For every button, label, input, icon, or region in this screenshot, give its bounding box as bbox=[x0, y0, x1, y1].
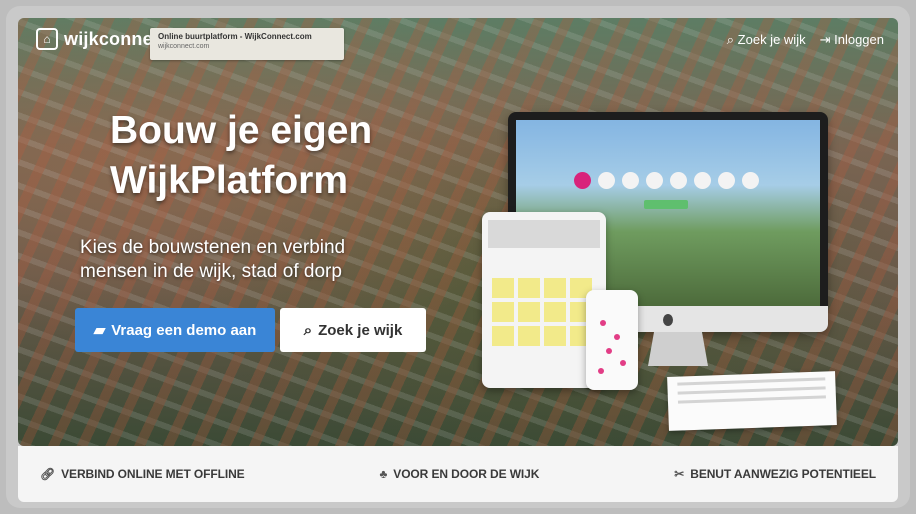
paper-line bbox=[677, 386, 826, 395]
logo[interactable]: ⌂ wijkconne bbox=[36, 28, 153, 50]
hero-subheadline: Kies de bouwstenen en verbind mensen in … bbox=[80, 236, 440, 284]
tools-icon: ✂ bbox=[674, 467, 685, 481]
feature-online-offline: 🔗︎ VERBIND ONLINE MET OFFLINE bbox=[40, 467, 245, 481]
card bbox=[518, 326, 540, 346]
category-icon bbox=[694, 172, 711, 189]
search-icon: ⌕ bbox=[726, 32, 738, 47]
monitor-stand bbox=[648, 332, 708, 366]
card bbox=[544, 302, 566, 322]
category-icon bbox=[598, 172, 615, 189]
find-neighborhood-label: Zoek je wijk bbox=[318, 321, 403, 339]
map-pin-icon bbox=[598, 368, 604, 374]
map-pin-icon bbox=[614, 334, 620, 340]
request-demo-label: Vraag een demo aan bbox=[111, 321, 257, 339]
browser-frame: ⌂ wijkconne Online buurtplatform - WijkC… bbox=[6, 6, 910, 508]
feature-bar: 🔗︎ VERBIND ONLINE MET OFFLINE ♣ VOOR EN … bbox=[18, 446, 898, 502]
map-pin-icon bbox=[620, 360, 626, 366]
feature-label: VERBIND ONLINE MET OFFLINE bbox=[61, 467, 245, 481]
browser-tooltip: Online buurtplatform - WijkConnect.com w… bbox=[150, 28, 344, 60]
phone-mockup bbox=[586, 290, 638, 390]
card bbox=[492, 278, 514, 298]
search-icon: ⌕ bbox=[303, 321, 313, 339]
card bbox=[492, 302, 514, 322]
link-icon: 🔗︎ bbox=[40, 467, 56, 481]
hero-headline: Bouw je eigen WijkPlatform bbox=[110, 106, 440, 206]
subline-line-2: mensen in de wijk, stad of dorp bbox=[80, 261, 342, 282]
card bbox=[492, 326, 514, 346]
headline-line-1: Bouw je eigen bbox=[110, 109, 373, 152]
screen-button bbox=[644, 200, 688, 209]
card bbox=[518, 302, 540, 322]
top-navigation: ⌂ wijkconne Online buurtplatform - WijkC… bbox=[18, 18, 898, 62]
apple-logo-icon bbox=[663, 314, 673, 326]
category-icon bbox=[574, 172, 591, 189]
feature-label: VOOR EN DOOR DE WIJK bbox=[393, 467, 540, 481]
category-icons-row bbox=[574, 172, 759, 189]
nav-search-link[interactable]: ⌕ Zoek je wijk bbox=[727, 32, 806, 48]
subline-line-1: Kies de bouwstenen en verbind bbox=[80, 237, 346, 258]
feature-label: BENUT AANWEZIG POTENTIEEL bbox=[690, 467, 876, 481]
category-icon bbox=[742, 172, 759, 189]
map-pin-icon bbox=[600, 320, 606, 326]
login-icon: ⇥ bbox=[819, 32, 835, 47]
nav-search-label: Zoek je wijk bbox=[737, 32, 806, 47]
tooltip-url: wijkconnect.com bbox=[158, 43, 210, 50]
paper-line bbox=[677, 395, 826, 404]
category-icon bbox=[622, 172, 639, 189]
nav-links: ⌕ Zoek je wijk ⇥ Inloggen bbox=[727, 32, 884, 48]
group-icon: ♣ bbox=[379, 467, 388, 481]
headline-line-2: WijkPlatform bbox=[110, 159, 349, 202]
category-icon bbox=[646, 172, 663, 189]
nav-login-link[interactable]: ⇥ Inloggen bbox=[820, 32, 884, 48]
card bbox=[518, 278, 540, 298]
feature-potential: ✂ BENUT AANWEZIG POTENTIEEL bbox=[674, 467, 876, 481]
category-icon bbox=[718, 172, 735, 189]
feature-community: ♣ VOOR EN DOOR DE WIJK bbox=[380, 467, 540, 481]
map-pin-icon bbox=[606, 348, 612, 354]
request-demo-button[interactable]: ▰ Vraag een demo aan bbox=[75, 308, 275, 352]
nav-login-label: Inloggen bbox=[834, 32, 884, 47]
find-neighborhood-button[interactable]: ⌕ Zoek je wijk bbox=[280, 308, 426, 352]
card bbox=[544, 326, 566, 346]
tooltip-title: Online buurtplatform - WijkConnect.com bbox=[158, 32, 312, 41]
category-icon bbox=[670, 172, 687, 189]
card bbox=[544, 278, 566, 298]
paper-line bbox=[677, 377, 826, 386]
tablet-card-grid bbox=[492, 278, 592, 346]
hero-section: ⌂ wijkconne Online buurtplatform - WijkC… bbox=[18, 18, 898, 446]
logo-text: wijkconne bbox=[64, 28, 153, 49]
tablet-header bbox=[488, 220, 600, 248]
speech-bubble-house-icon: ⌂ bbox=[36, 28, 58, 50]
chat-icon: ▰ bbox=[93, 322, 106, 339]
printed-paper-mockup bbox=[667, 371, 837, 431]
